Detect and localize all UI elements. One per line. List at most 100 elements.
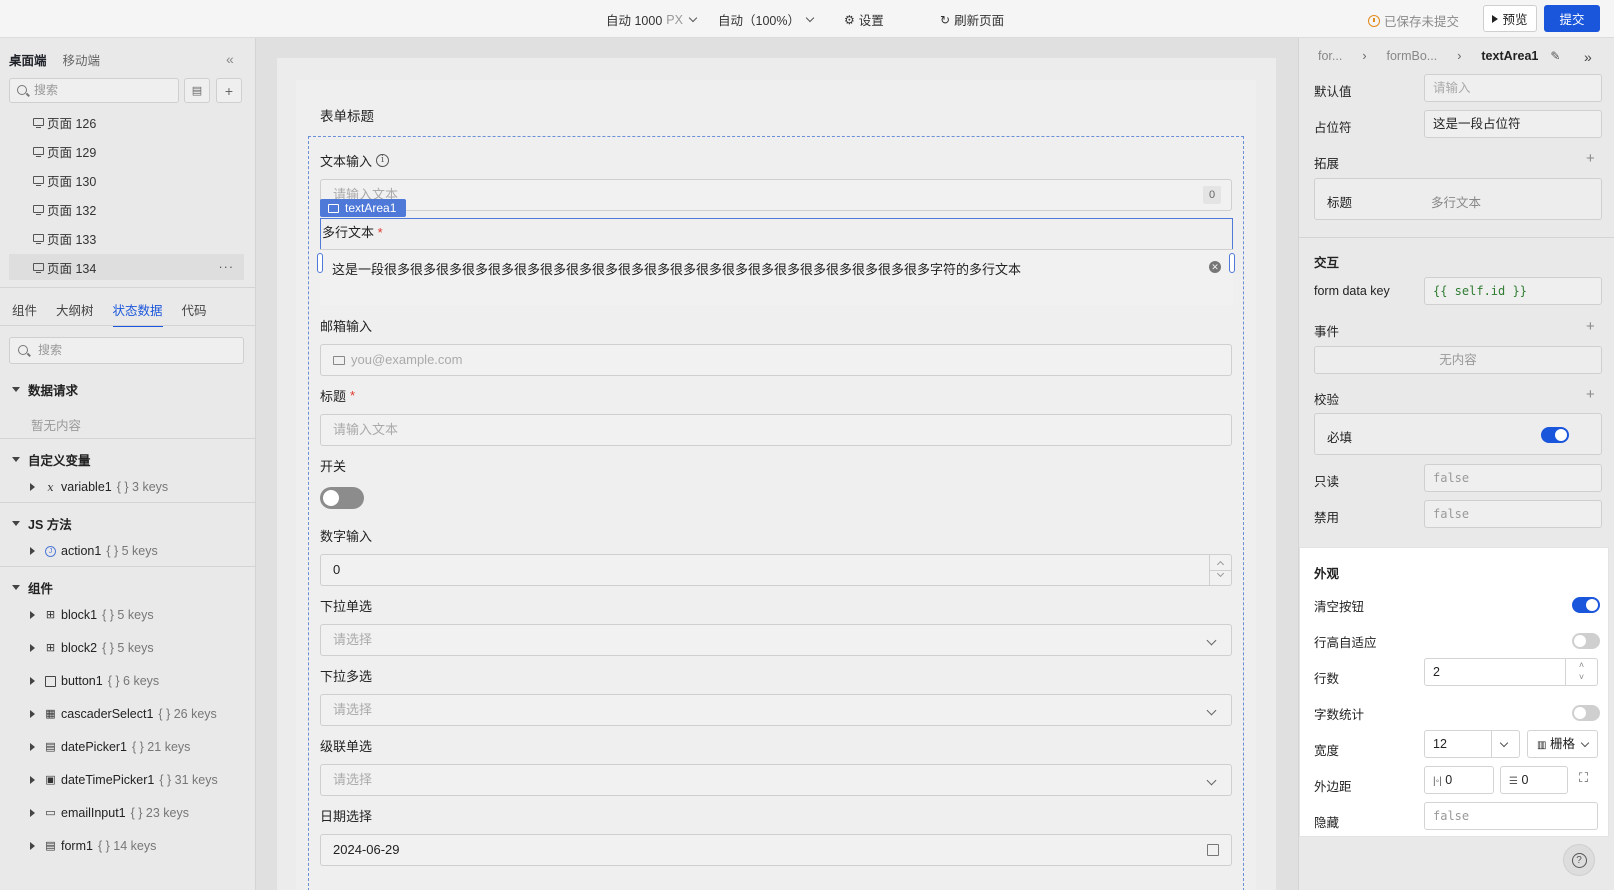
readonly-input[interactable]: false (1424, 464, 1602, 492)
collapse-left-icon[interactable]: « (226, 51, 234, 67)
canvas-width-select[interactable]: 自动 1000 PX (606, 10, 698, 29)
tree-node[interactable]: ▦ cascaderSelect1 { } 26 keys (30, 707, 217, 721)
number-input[interactable]: 0 (320, 554, 1232, 586)
preview-button[interactable]: 预览 (1483, 5, 1537, 32)
page-item-selected[interactable]: 页面 134 ··· (9, 254, 244, 280)
tree-node[interactable]: ⊞ block1 { } 5 keys (30, 608, 154, 622)
stepper-controls[interactable]: ˄ ˅ (1565, 659, 1597, 685)
tree-node[interactable]: ▭ emailInput1 { } 23 keys (30, 806, 189, 820)
title-input[interactable]: 请输入文本 (320, 414, 1232, 446)
chevron-up-icon[interactable]: ˄ (1579, 660, 1584, 670)
cascader-select[interactable]: 请选择 (320, 764, 1232, 796)
email-input[interactable]: you@example.com (320, 344, 1232, 376)
tree-node[interactable]: button1 { } 6 keys (30, 674, 159, 688)
selected-component-tag[interactable]: textArea1 (320, 199, 407, 217)
chevron-down-icon[interactable] (1216, 569, 1225, 578)
tab-state-data[interactable]: 状态数据 (112, 300, 163, 327)
date-picker[interactable]: 2024-06-29 (320, 834, 1232, 866)
tab-desktop[interactable]: 桌面端 (9, 50, 47, 69)
resize-handle-right[interactable] (1229, 253, 1235, 273)
width-select[interactable]: 12 (1424, 730, 1520, 758)
group-custom-variables[interactable]: 自定义变量 (12, 450, 91, 469)
default-value-input[interactable]: 请输入 (1424, 74, 1602, 102)
state-search-input[interactable]: 搜索 (9, 337, 244, 364)
edit-icon[interactable]: ✎ (1550, 49, 1560, 63)
group-data-request[interactable]: 数据请求 (12, 380, 78, 399)
rows-stepper[interactable]: 2 ˄ ˅ (1424, 658, 1598, 686)
page-search-input[interactable]: 搜索 (9, 78, 179, 103)
width-dropdown[interactable] (1491, 731, 1519, 757)
tab-components[interactable]: 组件 (12, 300, 37, 319)
multi-select[interactable]: 请选择 (320, 694, 1232, 726)
single-select[interactable]: 请选择 (320, 624, 1232, 656)
help-button[interactable]: ? (1563, 844, 1595, 876)
page-item[interactable]: 页面 129 (9, 138, 244, 164)
monitor-icon (33, 263, 44, 274)
tab-outline[interactable]: 大纲树 (56, 300, 94, 319)
add-page-button[interactable]: + (216, 78, 242, 103)
gear-icon: ⚙ (844, 12, 855, 27)
prop-label: 隐藏 (1314, 816, 1340, 830)
width-mode-select[interactable]: ▥ 栅格 (1527, 730, 1598, 758)
tree-node[interactable]: x variable1 { } 3 keys (30, 480, 168, 494)
calendar-icon: ▤ (45, 740, 56, 753)
field-label: 数字输入 (320, 529, 373, 544)
margin-vertical-input[interactable]: ☰ 0 (1500, 766, 1568, 794)
field-label: 级联单选 (320, 739, 373, 754)
form-data-key-input[interactable]: {{ self.id }} (1424, 277, 1602, 305)
tree-node[interactable]: ⊞ block2 { } 5 keys (30, 641, 154, 655)
breadcrumb-item[interactable]: formBo... (1387, 49, 1438, 63)
prop-label: 行高自适应 (1314, 636, 1377, 650)
page-template-button[interactable]: ▤ (184, 78, 210, 103)
clear-button-toggle[interactable] (1572, 597, 1600, 613)
tab-mobile[interactable]: 移动端 (63, 50, 101, 69)
page-item[interactable]: 页面 133 (9, 225, 244, 251)
breadcrumb-item[interactable]: for... (1318, 49, 1342, 63)
prop-label: 字数统计 (1314, 708, 1365, 722)
group-js-methods[interactable]: JS 方法 (12, 514, 72, 533)
divider (0, 287, 255, 288)
search-icon (18, 345, 28, 355)
tab-code[interactable]: 代码 (182, 300, 207, 319)
settings-button[interactable]: ⚙ 设置 (844, 10, 884, 29)
auto-height-toggle[interactable] (1572, 633, 1600, 649)
clear-icon[interactable]: ✕ (1209, 261, 1221, 273)
disabled-input[interactable]: false (1424, 500, 1602, 528)
monitor-icon (33, 205, 44, 216)
monitor-icon (33, 147, 44, 158)
required-toggle[interactable] (1541, 427, 1569, 443)
chevron-down-icon[interactable]: ˅ (1579, 672, 1584, 682)
hidden-input[interactable]: false (1424, 802, 1598, 830)
page-item[interactable]: 页面 132 (9, 196, 244, 222)
chevron-down-icon (805, 13, 815, 23)
char-count-toggle[interactable] (1572, 705, 1600, 721)
add-validation-icon[interactable]: + (1586, 386, 1595, 403)
page-item[interactable]: 页面 130 (9, 167, 244, 193)
zoom-select[interactable]: 自动（100%） (718, 10, 815, 29)
page-item[interactable]: 页面 126 (9, 109, 244, 135)
switch-toggle[interactable] (320, 487, 364, 509)
caret-right-icon (30, 809, 35, 817)
expand-margin-icon[interactable]: ⛶ (1579, 770, 1588, 786)
add-extend-icon[interactable]: + (1586, 150, 1595, 167)
tree-node[interactable]: ▤ datePicker1 { } 21 keys (30, 740, 190, 754)
resize-handle-left[interactable] (317, 253, 323, 273)
refresh-page-button[interactable]: ↻ 刷新页面 (940, 10, 1004, 29)
extend-box[interactable]: 标题 多行文本 (1314, 178, 1602, 220)
more-options-icon[interactable]: ··· (219, 260, 235, 274)
tree-node[interactable]: ▤ form1 { } 14 keys (30, 839, 156, 853)
add-event-icon[interactable]: + (1586, 318, 1595, 335)
tree-node[interactable]: ▣ dateTimePicker1 { } 31 keys (30, 773, 218, 787)
caret-right-icon (30, 677, 35, 685)
submit-button[interactable]: 提交 (1544, 5, 1600, 32)
number-stepper[interactable] (1209, 555, 1231, 585)
textarea-input[interactable]: 这是一段很多很多很多很多很多很多很多很多很多很多很多很多很多很多很多很多很多很多… (320, 249, 1233, 305)
tree-node[interactable]: J action1 { } 5 keys (30, 544, 158, 558)
margin-horizontal-input[interactable]: |◦| 0 (1424, 766, 1494, 794)
plus-icon: + (224, 82, 234, 99)
placeholder-input[interactable]: 这是一段占位符 (1424, 110, 1602, 138)
group-components[interactable]: 组件 (12, 578, 53, 597)
text-input[interactable]: 请输入文本 0 (320, 179, 1232, 211)
collapse-right-icon[interactable]: » (1584, 49, 1592, 65)
chevron-up-icon[interactable] (1216, 560, 1225, 569)
